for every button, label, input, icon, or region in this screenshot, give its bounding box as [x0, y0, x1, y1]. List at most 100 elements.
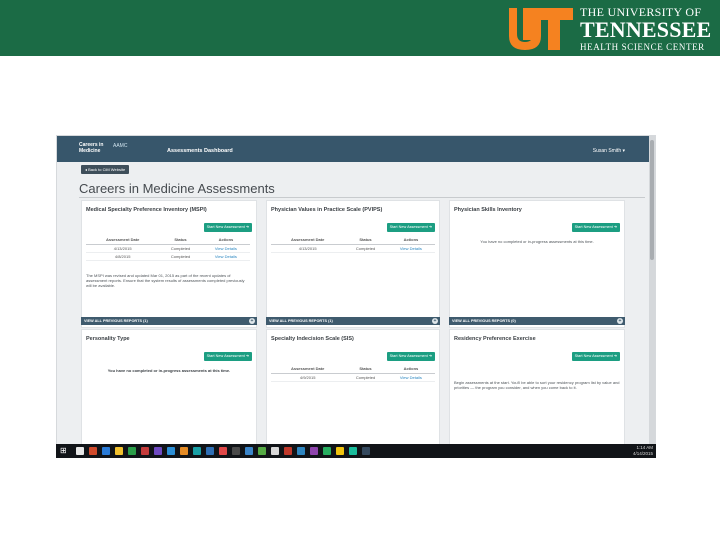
taskbar-app-icon[interactable]	[310, 447, 318, 455]
system-clock[interactable]: 1:14 AM 4/14/2015	[633, 445, 653, 457]
start-new-assessment-button[interactable]: Start New Assessment ➜	[203, 223, 252, 232]
previous-reports-label: VIEW ALL PREVIOUS REPORTS (1)	[269, 319, 333, 323]
col-header-actions: Actions	[201, 236, 250, 245]
start-new-assessment-button[interactable]: Start New Assessment ➜	[571, 223, 620, 232]
revision-note: The MSPI was revised and updated Mar 01,…	[86, 273, 245, 288]
taskbar-app-icon[interactable]	[76, 447, 84, 455]
view-details-link[interactable]: View Details	[201, 244, 250, 253]
view-details-link[interactable]: View Details	[386, 244, 435, 253]
view-details-link[interactable]: View Details	[386, 373, 435, 382]
cell-date: 4/13/2015	[271, 244, 345, 253]
taskbar-app-icon[interactable]	[258, 447, 266, 455]
taskbar-app-icon[interactable]	[362, 447, 370, 455]
taskbar-app-icon[interactable]	[180, 447, 188, 455]
cell-date: 4/13/2015	[86, 244, 160, 253]
mspi-previous-reports-bar[interactable]: VIEW ALL PREVIOUS REPORTS (1) +	[81, 317, 257, 325]
back-to-cim-button[interactable]: ◂ Back to CiM Website	[81, 165, 130, 174]
table-row: 4/13/2015 Completed View Details	[86, 244, 250, 253]
col-header-date: Assessment Date	[271, 236, 345, 245]
taskbar-app-icon[interactable]	[115, 447, 123, 455]
card-title: Specialty Indecision Scale (SIS)	[271, 336, 354, 342]
pvips-card: Physician Values in Practice Scale (PVIP…	[266, 200, 440, 328]
assessment-table: Assessment Date Status Actions 4/9/2015 …	[271, 365, 435, 382]
windows-start-icon[interactable]: ⊞	[60, 447, 68, 455]
col-header-actions: Actions	[386, 236, 435, 245]
cell-status: Completed	[159, 244, 202, 253]
taskbar-app-icon[interactable]	[245, 447, 253, 455]
taskbar-app-icon[interactable]	[141, 447, 149, 455]
taskbar-app-icon[interactable]	[193, 447, 201, 455]
taskbar-app-icon[interactable]	[219, 447, 227, 455]
taskbar-app-icon[interactable]	[128, 447, 136, 455]
card-title: Physician Skills Inventory	[454, 207, 522, 213]
col-header-status: Status	[344, 365, 387, 374]
mspi-card: Medical Specialty Preference Inventory (…	[81, 200, 257, 328]
personality-type-card: Personality Type Start New Assessment ➜ …	[81, 329, 257, 457]
taskbar-app-icon[interactable]	[349, 447, 357, 455]
scrollbar-thumb[interactable]	[650, 140, 654, 260]
plus-icon[interactable]: +	[249, 318, 255, 324]
col-header-date: Assessment Date	[271, 365, 345, 374]
start-new-assessment-button[interactable]: Start New Assessment ➜	[386, 223, 435, 232]
col-header-date: Assessment Date	[86, 236, 160, 245]
table-row: 4/8/2015 Completed View Details	[86, 252, 250, 261]
taskbar-app-icon[interactable]	[102, 447, 110, 455]
empty-state-note: You have no completed or in-progress ass…	[107, 368, 231, 373]
previous-reports-label: VIEW ALL PREVIOUS REPORTS (0)	[452, 319, 516, 323]
windows-taskbar: ⊞ 1:14 AM 4/14/2015	[56, 444, 656, 458]
start-new-assessment-button[interactable]: Start New Assessment ➜	[203, 352, 252, 361]
university-line2: TENNESSEE	[580, 17, 712, 42]
taskbar-app-icon[interactable]	[167, 447, 175, 455]
brand-line2: Medicine	[79, 148, 101, 154]
page-title: Careers in Medicine Assessments	[79, 181, 275, 196]
table-row: 4/13/2015 Completed View Details	[271, 244, 435, 253]
cell-status: Completed	[159, 252, 202, 261]
residency-preference-card: Residency Preference Exercise Start New …	[449, 329, 625, 457]
university-name: THE UNIVERSITY OF TENNESSEE HEALTH SCIEN…	[580, 6, 711, 52]
card-title: Residency Preference Exercise	[454, 336, 536, 342]
clock-date: 4/14/2015	[632, 451, 653, 456]
start-new-assessment-button[interactable]: Start New Assessment ➜	[571, 352, 620, 361]
user-menu[interactable]: Susan Smith ▾	[593, 148, 625, 154]
assessment-dashboard-screenshot: Careers in Medicine AAMC Assessments Das…	[56, 135, 656, 458]
app-header: Careers in Medicine AAMC Assessments Das…	[57, 136, 655, 162]
view-details-link[interactable]: View Details	[201, 252, 250, 261]
taskbar-app-icon[interactable]	[206, 447, 214, 455]
card-title: Physician Values in Practice Scale (PVIP…	[271, 207, 383, 213]
col-header-status: Status	[344, 236, 387, 245]
assessment-table: Assessment Date Status Actions 4/13/2015…	[271, 236, 435, 253]
taskbar-app-icon[interactable]	[336, 447, 344, 455]
taskbar-app-icon[interactable]	[271, 447, 279, 455]
taskbar-app-icon[interactable]	[232, 447, 240, 455]
page-scrollbar[interactable]	[649, 136, 655, 446]
table-row: 4/9/2015 Completed View Details	[271, 373, 435, 382]
cell-date: 4/8/2015	[86, 252, 160, 261]
psi-card: Physician Skills Inventory Start New Ass…	[449, 200, 625, 328]
pvips-previous-reports-bar[interactable]: VIEW ALL PREVIOUS REPORTS (1) +	[266, 317, 440, 325]
card-title: Personality Type	[86, 336, 130, 342]
psi-previous-reports-bar[interactable]: VIEW ALL PREVIOUS REPORTS (0) +	[449, 317, 625, 325]
plus-icon[interactable]: +	[432, 318, 438, 324]
residency-description: Begin assessments at the start. You'll b…	[454, 380, 620, 390]
previous-reports-label: VIEW ALL PREVIOUS REPORTS (1)	[84, 319, 148, 323]
start-new-assessment-button[interactable]: Start New Assessment ➜	[386, 352, 435, 361]
empty-state-note: You have no completed or in-progress ass…	[480, 239, 594, 244]
cim-logo[interactable]: Careers in Medicine	[79, 142, 103, 154]
university-line3: HEALTH SCIENCE CENTER	[580, 42, 705, 52]
taskbar-app-icon[interactable]	[323, 447, 331, 455]
assessment-table: Assessment Date Status Actions 4/13/2015…	[86, 236, 250, 261]
nav-assessments-dashboard[interactable]: Assessments Dashboard	[167, 148, 233, 154]
cell-status: Completed	[344, 373, 387, 382]
ut-logo-icon	[507, 8, 573, 50]
title-divider	[79, 197, 645, 198]
col-header-actions: Actions	[386, 365, 435, 374]
taskbar-app-icon[interactable]	[154, 447, 162, 455]
taskbar-app-icon[interactable]	[297, 447, 305, 455]
aamc-mark: AAMC	[113, 143, 128, 149]
sis-card: Specialty Indecision Scale (SIS) Start N…	[266, 329, 440, 457]
cell-date: 4/9/2015	[271, 373, 345, 382]
plus-icon[interactable]: +	[617, 318, 623, 324]
taskbar-app-icon[interactable]	[89, 447, 97, 455]
taskbar-app-icon[interactable]	[284, 447, 292, 455]
university-banner: THE UNIVERSITY OF TENNESSEE HEALTH SCIEN…	[0, 0, 720, 56]
